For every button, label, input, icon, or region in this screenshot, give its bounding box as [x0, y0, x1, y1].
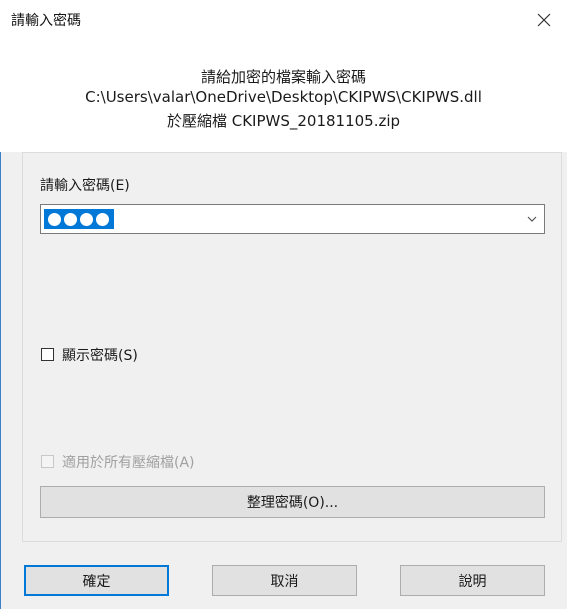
- archive-name-text: 於壓縮檔 CKIPWS_20181105.zip: [166, 112, 401, 130]
- cancel-button[interactable]: 取消: [212, 565, 357, 596]
- password-dot: [64, 212, 77, 226]
- organize-passwords-button[interactable]: 整理密碼(O)...: [40, 486, 545, 518]
- file-path-text: C:\Users\valar\OneDrive\Desktop\CKIPWS\C…: [85, 88, 482, 106]
- chevron-down-icon[interactable]: [526, 213, 538, 225]
- password-dot: [48, 212, 61, 226]
- help-button[interactable]: 說明: [400, 565, 545, 596]
- title-bar: 請輸入密碼: [0, 0, 567, 40]
- apply-to-all-label[interactable]: 適用於所有壓縮檔(A): [62, 452, 195, 472]
- show-password-label[interactable]: 顯示密碼(S): [62, 345, 138, 365]
- dialog-header: 請給加密的檔案輸入密碼 C:\Users\valar\OneDrive\Desk…: [0, 40, 567, 152]
- password-label: 請輸入密碼(E): [40, 178, 130, 194]
- ok-button[interactable]: 確定: [24, 565, 169, 596]
- window-title: 請輸入密碼: [11, 13, 81, 29]
- show-password-checkbox[interactable]: [41, 348, 54, 361]
- password-dot: [96, 212, 109, 226]
- apply-to-all-checkbox[interactable]: [41, 455, 54, 468]
- password-dot: [80, 212, 93, 226]
- close-button[interactable]: [521, 0, 567, 40]
- password-masked-value: [44, 209, 114, 229]
- password-combobox[interactable]: [40, 204, 545, 234]
- prompt-text: 請給加密的檔案輸入密碼: [200, 68, 366, 86]
- close-icon: [537, 13, 551, 27]
